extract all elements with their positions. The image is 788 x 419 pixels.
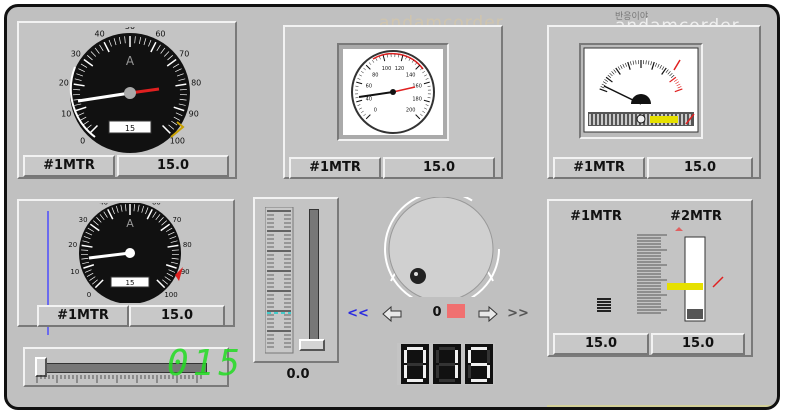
digital-readout-green: 015 <box>167 343 245 384</box>
gauge-unit: A <box>126 54 135 68</box>
gauge-display-text: 15 <box>126 279 135 287</box>
round-gauge-2: 0406080100 120140160180200 <box>351 50 435 134</box>
tick-label: 10 <box>61 110 71 119</box>
vertical-slider-track[interactable] <box>309 209 319 351</box>
tag-label: #1MTR <box>23 155 115 177</box>
gauge-panel-3: #1MTR 15.0 <box>547 25 761 179</box>
tick-label: 40 <box>94 29 104 38</box>
value-label: 15.0 <box>129 305 225 327</box>
digit <box>465 344 493 384</box>
tick-label: 20 <box>68 241 77 249</box>
seven-segment-counter <box>397 343 495 385</box>
vertical-slider-panel <box>253 197 339 363</box>
vertical-slider-thumb[interactable] <box>299 339 325 351</box>
tick-label: 30 <box>71 50 81 59</box>
gauge-panel-2: 0 40 60 80 100 120 140 160 180 200 #1MTR 15.0 <box>283 25 503 179</box>
tick-label: 100 <box>382 66 392 72</box>
tick-label: 180 <box>412 96 422 102</box>
rotary-knob[interactable] <box>377 197 507 297</box>
tick-label: 0 <box>374 108 377 114</box>
vertical-slider-value: 0.0 <box>286 367 310 382</box>
arrow-right-icon[interactable] <box>477 305 499 323</box>
tick-label: 140 <box>406 72 416 78</box>
fast-right-button[interactable]: >> <box>505 304 531 324</box>
horizontal-slider-thumb[interactable] <box>35 357 47 377</box>
arc-meter <box>583 47 699 133</box>
value-label: 15.0 <box>117 155 229 177</box>
tick-label: 100 <box>164 291 177 299</box>
tick-label: 50 <box>125 27 135 31</box>
tick-label: 0 <box>87 291 91 299</box>
digit <box>401 344 429 384</box>
meter-frame <box>579 43 703 139</box>
tag-label: #1MTR <box>37 305 129 327</box>
tick-label: 40 <box>366 96 372 102</box>
bar-tag-1: #1MTR <box>570 209 622 224</box>
tick-label: 0 <box>80 136 85 145</box>
tag-label: #1MTR <box>289 157 381 179</box>
gauge-display-text: 15 <box>125 124 135 133</box>
tick-label: 60 <box>366 84 372 90</box>
tag-label: #1MTR <box>553 157 645 179</box>
round-gauge-1: 0 10 20 30 40 50 60 70 80 90 100 A 15 <box>59 27 201 153</box>
tick-label: 60 <box>155 29 165 38</box>
bar-tag-2: #2MTR <box>670 209 722 224</box>
round-gauge-4: 0102030405060708090100 A 15 <box>68 203 192 303</box>
bar-graph-panel: #1MTR #2MTR 15.0 15.0 <box>547 199 753 357</box>
value-label: 15.0 <box>647 157 753 179</box>
tick-label: 100 <box>170 136 185 145</box>
knob-value: 0 <box>432 305 442 320</box>
gauge-panel-4: 0102030405060708090100 A 15 #1MTR 15.0 <box>17 199 235 335</box>
yellow-level <box>667 283 703 290</box>
tick-label: 20 <box>59 79 69 88</box>
fast-left-button[interactable]: << <box>345 304 371 324</box>
bar-fill <box>687 309 703 319</box>
needle-hub <box>124 87 136 99</box>
value-label: 15.0 <box>383 157 495 179</box>
bar-graph <box>597 227 724 322</box>
gauge-frame: 0 40 60 80 100 120 140 160 180 200 <box>337 43 449 141</box>
tick-label: 80 <box>372 72 378 78</box>
tick-label: 60 <box>152 203 161 206</box>
tick-label: 80 <box>191 79 201 88</box>
digit <box>433 344 461 384</box>
bar-value-2: 15.0 <box>651 333 745 355</box>
bar-value-1: 15.0 <box>553 333 649 355</box>
tick-label: 70 <box>179 50 189 59</box>
tick-label: 120 <box>395 66 405 72</box>
needle-hub <box>125 248 135 258</box>
hmi-screen: 반응이야 andamcorder andamcorder 01020304050… <box>4 4 780 410</box>
tick-label: 90 <box>189 110 199 119</box>
gauge-unit: A <box>126 217 134 230</box>
gauge-panel-1: 0 10 20 30 40 50 60 70 80 90 100 A 15 #1MTR 15.0 <box>17 21 237 179</box>
yellow-bar <box>650 116 678 123</box>
tick-label: 10 <box>70 268 79 276</box>
knob-pointer <box>410 268 426 284</box>
knob-value-indicator <box>447 304 465 318</box>
bottom-glow <box>547 405 777 407</box>
vertical-scale <box>265 207 294 354</box>
arrow-left-icon[interactable] <box>381 305 403 323</box>
tick-label: 40 <box>99 203 108 206</box>
tick-label: 200 <box>406 108 416 114</box>
tick-label: 80 <box>183 241 192 249</box>
tick-label: 70 <box>172 216 181 224</box>
tick-label: 30 <box>79 216 88 224</box>
